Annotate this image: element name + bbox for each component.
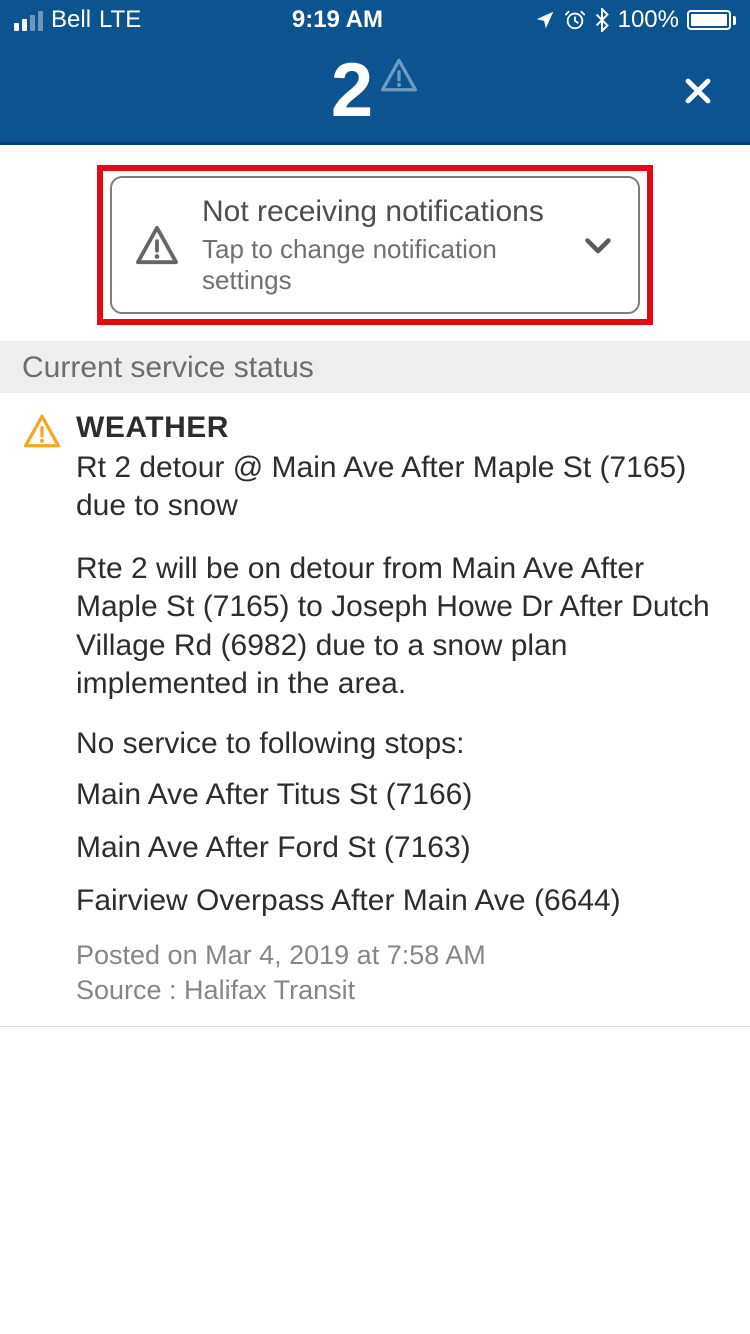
chevron-down-icon	[580, 227, 616, 263]
alert-no-service-intro: No service to following stops:	[76, 727, 728, 761]
alert-source: Source : Halifax Transit	[76, 975, 728, 1006]
warning-icon	[22, 413, 62, 449]
status-left: Bell LTE	[14, 6, 141, 34]
section-header-current-status: Current service status	[0, 341, 750, 393]
notification-title: Not receiving notifications	[202, 194, 558, 230]
list-item: Main Ave After Titus St (7166)	[76, 775, 728, 814]
close-button[interactable]	[676, 69, 720, 113]
list-item: Fairview Overpass After Main Ave (6644)	[76, 881, 728, 920]
alert-posted-date: Posted on Mar 4, 2019 at 7:58 AM	[76, 940, 728, 971]
close-icon	[681, 74, 715, 108]
network-label: LTE	[99, 6, 141, 34]
battery-pct-label: 100%	[618, 6, 679, 34]
app-header: 2	[0, 40, 750, 145]
alert-stop-list: Main Ave After Titus St (7166) Main Ave …	[76, 775, 728, 920]
alarm-icon	[564, 9, 586, 31]
status-right: 100%	[534, 6, 736, 34]
warning-icon	[134, 224, 180, 266]
page-title: 2	[331, 53, 419, 129]
alert-description: Rte 2 will be on detour from Main Ave Af…	[76, 550, 728, 704]
carrier-label: Bell	[51, 6, 91, 34]
alert-category: WEATHER	[76, 411, 728, 445]
notification-subtitle: Tap to change notification settings	[202, 234, 558, 296]
route-number: 2	[331, 53, 373, 129]
service-alert: WEATHER Rt 2 detour @ Main Ave After Map…	[0, 393, 750, 1027]
list-item: Main Ave After Ford St (7163)	[76, 828, 728, 867]
location-icon	[534, 9, 556, 31]
clock-label: 9:19 AM	[292, 6, 383, 34]
notification-settings-banner[interactable]: Not receiving notifications Tap to chang…	[110, 176, 640, 314]
bluetooth-icon	[594, 8, 610, 32]
highlight-frame: Not receiving notifications Tap to chang…	[97, 165, 653, 325]
alert-title: Rt 2 detour @ Main Ave After Maple St (7…	[76, 449, 728, 526]
notification-text: Not receiving notifications Tap to chang…	[202, 194, 558, 296]
ios-status-bar: Bell LTE 9:19 AM 100%	[0, 0, 750, 40]
signal-icon	[14, 9, 43, 31]
battery-icon	[687, 10, 736, 30]
notification-banner-container: Not receiving notifications Tap to chang…	[0, 145, 750, 341]
warning-icon	[379, 57, 419, 93]
alert-meta: Posted on Mar 4, 2019 at 7:58 AM Source …	[76, 940, 728, 1006]
